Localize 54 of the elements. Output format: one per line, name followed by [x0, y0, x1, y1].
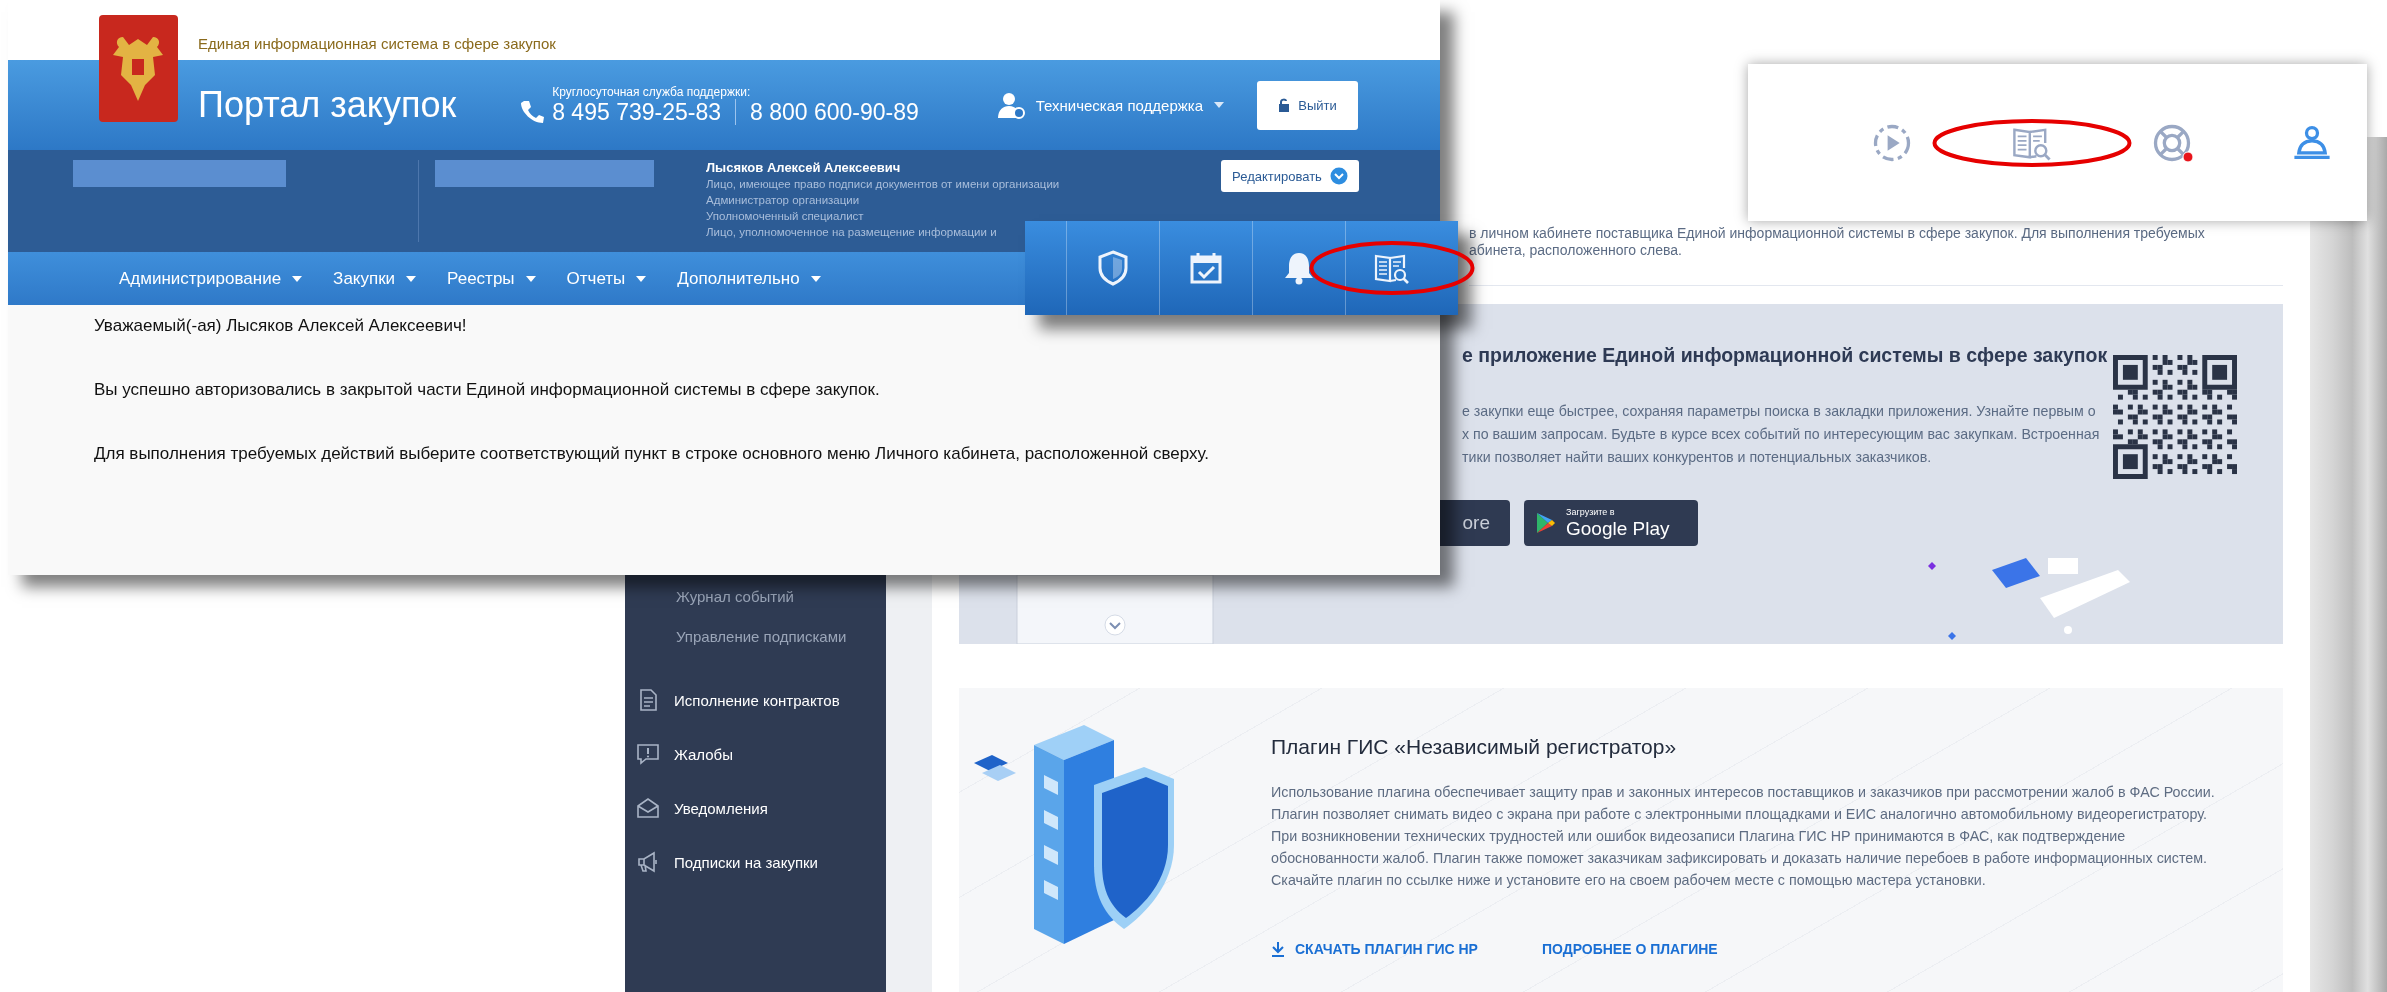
user-role: Лицо, уполномоченное на размещение информации и [706, 225, 998, 240]
edit-button[interactable]: Редактировать [1221, 160, 1359, 192]
chevron-circle-icon [1329, 167, 1348, 185]
intro-text: в личном кабинете поставщика Единой информационной системы в сфере закупок. Для выполнения требуемых [1469, 225, 2206, 242]
nav-menu-item[interactable]: Закупки [333, 268, 418, 289]
envelope-icon [636, 796, 660, 820]
caret-icon [524, 274, 537, 283]
caret-icon [635, 274, 648, 283]
emblem-icon [99, 15, 178, 122]
support-label: Круглосуточная служба поддержки: [552, 84, 752, 99]
user-role: Лицо, имеющее право подписи документов от имени организации [706, 177, 1060, 192]
nav-menu-item[interactable]: Дополнительно [677, 268, 822, 289]
google-play-button[interactable]: Загрузите в Google Play [1524, 500, 1698, 546]
plugin-link[interactable]: СКАЧАТЬ ПЛАГИН ГИС НР [1271, 941, 1478, 957]
sidebar-item[interactable]: Уведомления [625, 781, 886, 835]
card-title: Плагин ГИС «Независимый регистратор» [1271, 734, 1678, 760]
caret-icon [809, 274, 822, 283]
caret-icon [1213, 101, 1225, 109]
user-role: Администратор организации [706, 193, 861, 208]
lock-icon [1278, 98, 1291, 112]
user-gear-icon [995, 90, 1026, 120]
sidebar-item[interactable]: Управление подписками [625, 617, 886, 657]
caret-icon [405, 274, 418, 283]
support-menu[interactable]: Техническая поддержка [1035, 96, 1203, 114]
card-text: е закупки еще быстрее, сохраняя параметры поиска в закладки приложения. Узнайте первым о [1462, 402, 2097, 421]
user-role: Уполномоченный специалист [706, 209, 865, 224]
card-text: Использование плагина обеспечивает защиту прав и законных интересов поставщиков и заказчиков при рассмотрении жалоб в ФАС России. Плагин позволяет снимать видео с экрана при работе с электронными площадками и ЕИС аналогично автомобильному видеорегистратору. При возникновении технических трудностей или ошибок видеозаписи Плагина ГИС НР принимаются в ФАС, как подтверждение обоснованности жалоб. Плагин также поможет заказчикам зафиксировать и доказать наличие перебоев в работе информационных систем. Скачайте плагин по ссылке ниже и установите его на своем рабочем месте с помощью мастера установки. [1271, 783, 2216, 890]
sidebar-item[interactable]: Исполнение контрактов [625, 673, 886, 727]
message-text: Уважаемый(-ая) Лысяков Алексей Алексеевич! [94, 315, 468, 337]
logout-button[interactable]: Выйти [1257, 80, 1358, 130]
speech-exclamation-icon [636, 742, 660, 766]
phone-icon [518, 99, 545, 125]
plugin-link[interactable]: ПОДРОБНЕЕ О ПЛАГИНЕ [1541, 941, 1718, 957]
sidebar-item[interactable]: Подписки на закупки [625, 835, 886, 889]
sidebar-item[interactable]: Журнал событий [625, 577, 886, 617]
card-text: тики позволяет найти ваших конкурентов и потенциальных заказчиков. [1462, 448, 1933, 467]
phone-number: 8 800 600-90-89 [750, 98, 919, 126]
user-name: Лысяков Алексей Алексеевич [706, 160, 902, 176]
system-name: Единая информационная система в сфере закупок [198, 35, 556, 52]
message-text: Вы успешно авторизовались в закрытой части Единой информационной системы в сфере закупок. [94, 379, 881, 401]
portal-title: Портал закупок [198, 84, 457, 126]
phone-number: 8 495 739-25-83 [552, 98, 721, 126]
intro-text: абинета, расположенного слева. [1469, 242, 1683, 259]
nav-menu-item[interactable]: Отчеты [566, 268, 648, 289]
caret-icon [291, 274, 304, 283]
sidebar-item[interactable]: Жалобы [625, 727, 886, 781]
nav-menu-item[interactable]: Реестры [447, 268, 537, 289]
message-text: Для выполнения требуемых действий выберите соответствующий пункт в строке основного меню Личного кабинета, расположенной сверху. [94, 443, 1211, 465]
card-text: х по вашим запросам. Будьте в курсе всех событий по интересующим вас закупкам. Встроенная [1462, 425, 2101, 444]
nav-menu-item[interactable]: Администрирование [119, 268, 304, 289]
play-store-icon [1536, 512, 1556, 534]
megaphone-icon [636, 850, 660, 874]
card-title: е приложение Единой информационной системы в сфере закупок [1462, 343, 2109, 368]
download-icon [1271, 941, 1285, 957]
